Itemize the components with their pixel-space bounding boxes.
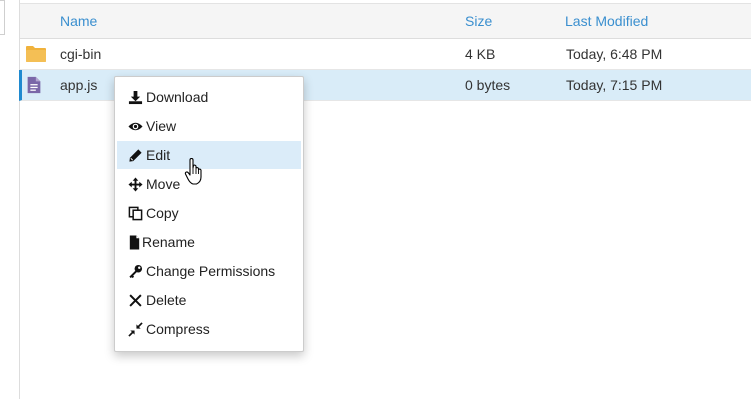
- menu-item-label: Rename: [142, 234, 195, 250]
- document-icon: [27, 76, 41, 94]
- file-last-modified: Today, 7:15 PM: [566, 77, 663, 93]
- menu-item-label: View: [146, 118, 177, 134]
- copy-icon: [128, 206, 143, 221]
- menu-item-compress[interactable]: Compress: [117, 315, 301, 343]
- menu-item-edit[interactable]: Edit: [117, 141, 301, 169]
- file-last-modified: Today, 6:48 PM: [566, 46, 663, 62]
- download-icon: [128, 90, 143, 105]
- menu-item-label: Download: [146, 89, 209, 105]
- column-header-name[interactable]: Name: [60, 13, 97, 29]
- menu-item-move[interactable]: Move: [117, 170, 301, 198]
- move-arrows-icon: [128, 177, 143, 192]
- column-header-last-modified[interactable]: Last Modified: [565, 13, 648, 29]
- left-panel-edge: [0, 0, 5, 35]
- table-row[interactable]: cgi-bin 4 KB Today, 6:48 PM: [20, 39, 751, 70]
- menu-item-download[interactable]: Download: [117, 83, 301, 111]
- file-manager: Name Size Last Modified cgi-bin 4 KB Tod…: [0, 0, 751, 399]
- file-name: cgi-bin: [60, 46, 102, 62]
- file-size: 4 KB: [465, 46, 496, 62]
- file-size: 0 bytes: [465, 77, 511, 93]
- key-icon: [129, 264, 143, 279]
- menu-item-rename[interactable]: Rename: [117, 228, 301, 256]
- eye-icon: [128, 122, 143, 131]
- menu-item-label: Move: [146, 176, 181, 192]
- compress-icon: [128, 322, 143, 337]
- folder-icon: [26, 46, 46, 62]
- menu-item-copy[interactable]: Copy: [117, 199, 301, 227]
- x-icon: [129, 294, 142, 307]
- menu-item-label: Change Permissions: [146, 263, 276, 279]
- table-header: Name Size Last Modified: [20, 3, 751, 39]
- menu-item-label: Delete: [146, 292, 187, 308]
- file-name: app.js: [60, 77, 98, 93]
- pencil-icon: [129, 149, 142, 162]
- menu-item-delete[interactable]: Delete: [117, 286, 301, 314]
- file-icon: [129, 235, 140, 250]
- menu-item-change-permissions[interactable]: Change Permissions: [117, 257, 301, 285]
- column-header-size[interactable]: Size: [465, 13, 492, 29]
- context-menu: Download View Edit Move Copy Rename Chan…: [114, 76, 304, 352]
- menu-item-label: Edit: [146, 147, 171, 163]
- menu-item-label: Compress: [146, 321, 210, 337]
- menu-item-view[interactable]: View: [117, 112, 301, 140]
- menu-item-label: Copy: [146, 205, 179, 221]
